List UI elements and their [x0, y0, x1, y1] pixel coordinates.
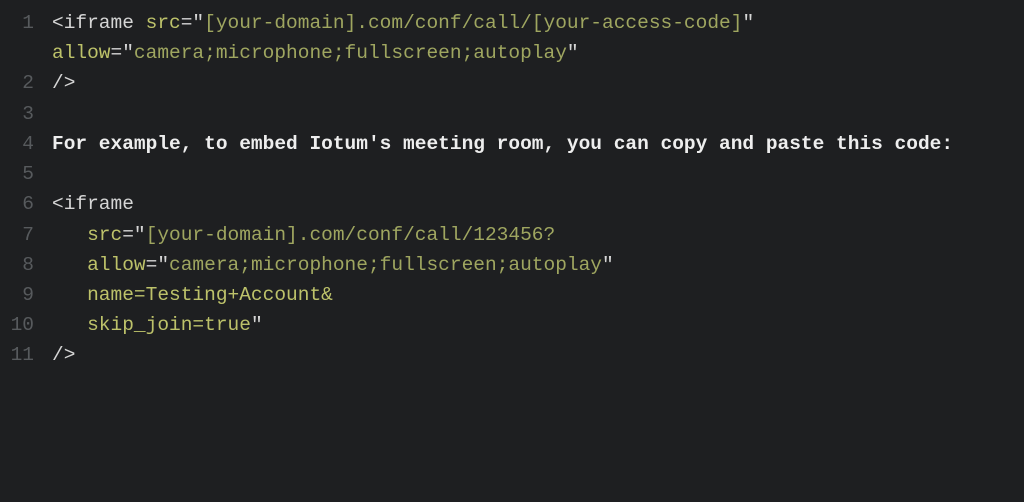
code-line: 1 <iframe src="[your-domain].com/conf/ca…: [0, 8, 1024, 68]
code-line: 7 src="[your-domain].com/conf/call/12345…: [0, 220, 1024, 250]
line-number: 1: [0, 8, 52, 38]
line-number: 5: [0, 159, 52, 189]
code-line: 3: [0, 99, 1024, 129]
line-number: 9: [0, 280, 52, 310]
code-content: allow="camera;microphone;fullscreen;auto…: [52, 250, 1024, 280]
code-content: />: [52, 68, 1024, 98]
line-number: 10: [0, 310, 52, 340]
code-content: <iframe: [52, 189, 1024, 219]
code-line: 5: [0, 159, 1024, 189]
code-line: 2 />: [0, 68, 1024, 98]
line-number: 2: [0, 68, 52, 98]
code-content: src="[your-domain].com/conf/call/123456?: [52, 220, 1024, 250]
code-line: 4 For example, to embed Iotum's meeting …: [0, 129, 1024, 159]
line-number: 7: [0, 220, 52, 250]
line-number: 6: [0, 189, 52, 219]
code-line: 8 allow="camera;microphone;fullscreen;au…: [0, 250, 1024, 280]
code-content: For example, to embed Iotum's meeting ro…: [52, 129, 1024, 159]
comment-text: For example, to embed Iotum's meeting ro…: [52, 133, 953, 155]
code-line: 11 />: [0, 340, 1024, 370]
code-line: 6 <iframe: [0, 189, 1024, 219]
code-content: skip_join=true": [52, 310, 1024, 340]
code-line: 9 name=Testing+Account&: [0, 280, 1024, 310]
line-number: 8: [0, 250, 52, 280]
code-editor: 1 <iframe src="[your-domain].com/conf/ca…: [0, 8, 1024, 371]
code-content: name=Testing+Account&: [52, 280, 1024, 310]
code-content: <iframe src="[your-domain].com/conf/call…: [52, 8, 1024, 68]
code-line: 10 skip_join=true": [0, 310, 1024, 340]
line-number: 3: [0, 99, 52, 129]
code-content: [52, 159, 1024, 189]
line-number: 11: [0, 340, 52, 370]
code-content: />: [52, 340, 1024, 370]
line-number: 4: [0, 129, 52, 159]
code-content: [52, 99, 1024, 129]
